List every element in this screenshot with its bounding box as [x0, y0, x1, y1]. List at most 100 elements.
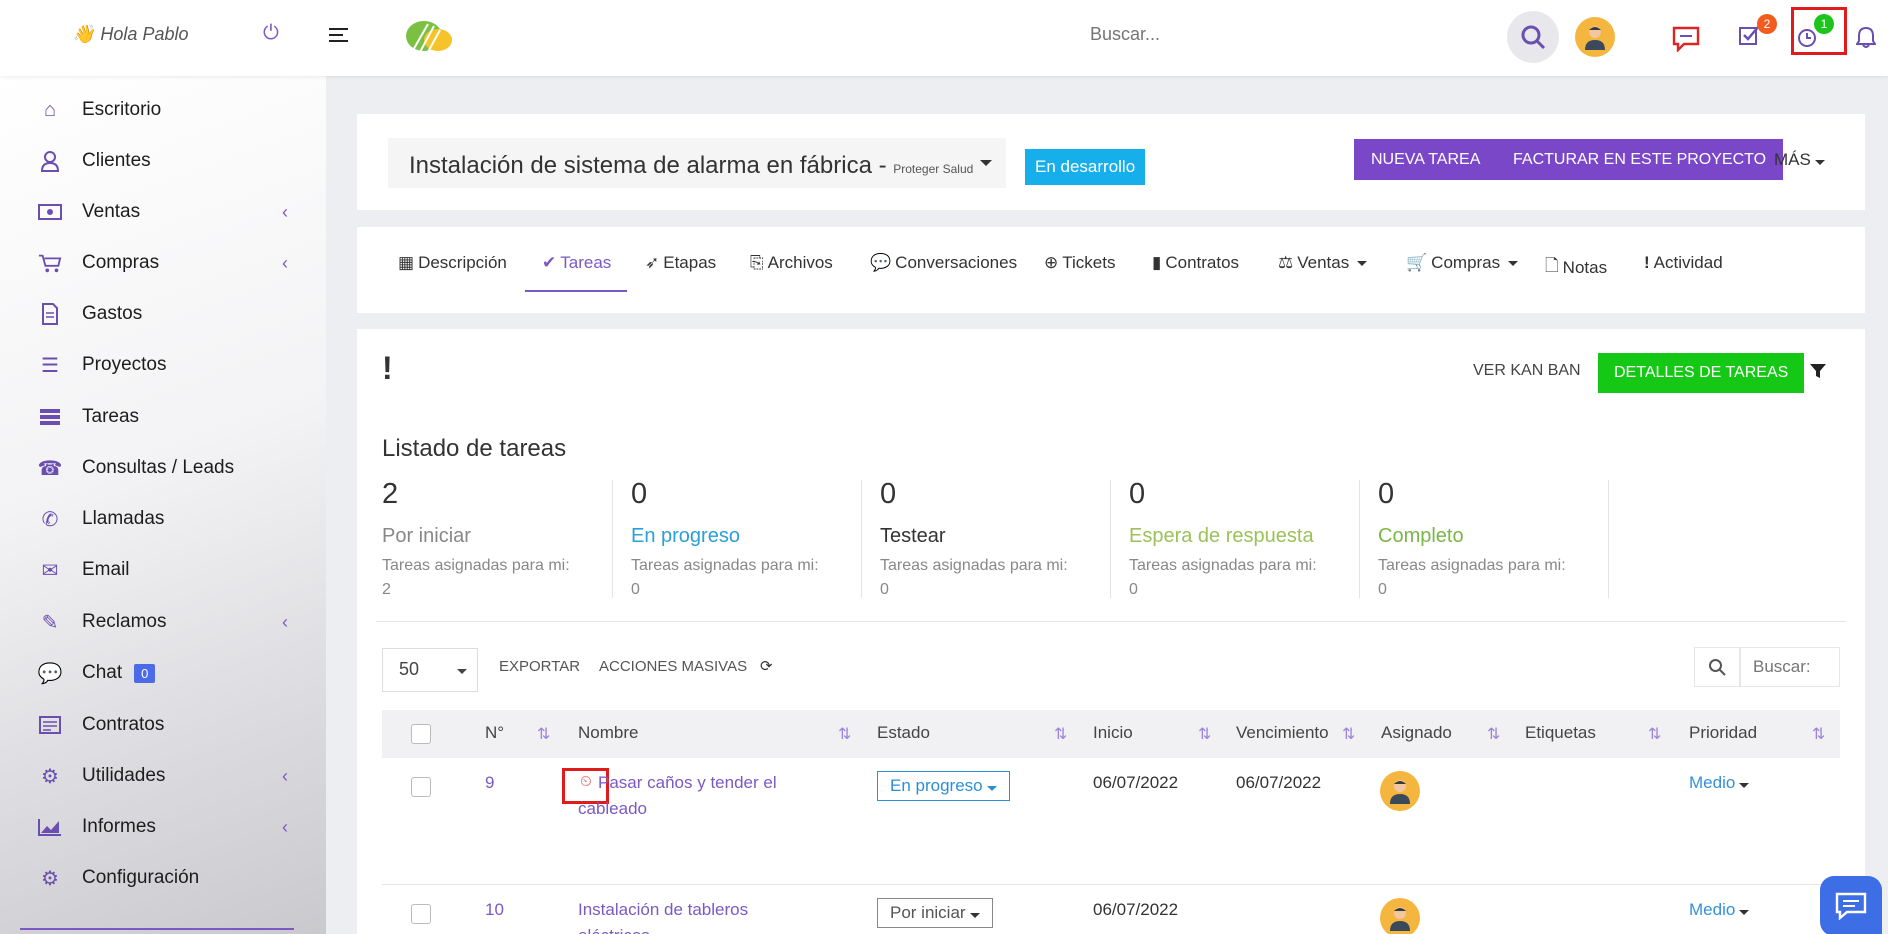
sidebar-item-reclamos[interactable]: ✎ Reclamos ‹: [38, 602, 288, 642]
assignee-avatar[interactable]: [1380, 898, 1420, 934]
sidebar-item-escritorio[interactable]: ⌂ Escritorio: [38, 90, 288, 130]
stat-sub: Tareas asignadas para mi: 0: [1129, 557, 1317, 598]
sidebar-item-configuracion[interactable]: ⚙ Configuración: [38, 858, 288, 898]
sort-icon[interactable]: ⇅: [1648, 724, 1661, 744]
greeting[interactable]: 👋 Hola Pablo: [72, 24, 188, 45]
sidebar-item-compras[interactable]: Compras ‹: [38, 243, 288, 283]
chat-widget-button[interactable]: [1820, 876, 1882, 934]
column-header-prioridad[interactable]: Prioridad: [1689, 723, 1757, 743]
sidebar-item-proyectos[interactable]: ☰ Proyectos: [38, 345, 288, 385]
menu-toggle-icon[interactable]: [329, 28, 348, 46]
column-header-estado[interactable]: Estado: [877, 723, 930, 743]
assignee-avatar[interactable]: [1380, 771, 1420, 811]
column-header-num[interactable]: N°: [485, 723, 504, 743]
new-task-button[interactable]: NUEVA TAREA: [1354, 139, 1498, 180]
task-name-line2[interactable]: cableado: [578, 799, 647, 819]
tab-label: Archivos: [767, 253, 833, 272]
row-divider: [382, 884, 1840, 885]
export-button[interactable]: EXPORTAR: [499, 658, 580, 675]
select-all-checkbox[interactable]: [411, 724, 431, 744]
stat-testear: 0 Testear Tareas asignadas para mi: 0: [880, 478, 1128, 598]
task-priority[interactable]: Medio: [1689, 773, 1750, 793]
tab-etapas[interactable]: ➶ Etapas: [645, 253, 716, 273]
tab-tickets[interactable]: ⊕ Tickets: [1044, 253, 1115, 273]
contract-icon: [38, 713, 62, 737]
sidebar-item-llamadas[interactable]: ✆ Llamadas: [38, 499, 288, 539]
tab-notas[interactable]: 🗋 Notas: [1545, 253, 1607, 282]
top-bar: 👋 Hola Pablo ⏻ 2 1: [0, 0, 1888, 76]
task-status-select[interactable]: Por iniciar: [877, 898, 993, 928]
tab-compras[interactable]: 🛒 Compras: [1406, 253, 1519, 273]
sort-icon[interactable]: ⇅: [838, 724, 851, 744]
tasks-check-icon[interactable]: [1738, 24, 1760, 52]
tab-archivos[interactable]: ⎘ Archivos: [750, 253, 833, 273]
sort-icon[interactable]: ⇅: [1487, 724, 1500, 744]
bulk-actions-button[interactable]: ACCIONES MASIVAS: [599, 658, 747, 675]
global-search-input[interactable]: [1090, 24, 1490, 45]
tab-label: Compras: [1431, 253, 1501, 272]
column-header-nombre[interactable]: Nombre: [578, 723, 638, 743]
filter-icon[interactable]: [1810, 364, 1826, 383]
sort-asc-icon[interactable]: ⇅: [1342, 724, 1355, 744]
column-header-asignado[interactable]: Asignado: [1381, 723, 1452, 743]
page-length-select[interactable]: 50: [382, 648, 478, 692]
rocket-icon: ➶: [645, 253, 660, 272]
sort-icon[interactable]: ⇅: [1054, 724, 1067, 744]
row-checkbox[interactable]: [411, 777, 431, 797]
sidebar-item-clientes[interactable]: Clientes: [38, 141, 288, 181]
task-name-line2[interactable]: eléctricos: [578, 926, 650, 934]
messages-icon[interactable]: [1672, 26, 1702, 58]
row-checkbox[interactable]: [411, 904, 431, 924]
sidebar-item-contratos[interactable]: Contratos: [38, 705, 288, 745]
sidebar-item-email[interactable]: ✉ Email: [38, 550, 288, 590]
task-number[interactable]: 10: [485, 900, 504, 920]
logo[interactable]: [402, 16, 456, 56]
user-avatar[interactable]: [1575, 17, 1615, 57]
sidebar-item-tareas[interactable]: Tareas: [38, 397, 288, 437]
bell-icon[interactable]: [1855, 26, 1877, 54]
refresh-icon[interactable]: ⟳: [760, 657, 773, 675]
sort-icon[interactable]: ⇅: [537, 724, 550, 744]
file-icon: [38, 302, 62, 326]
chevron-left-icon: ‹: [282, 252, 288, 273]
search-button[interactable]: [1507, 11, 1559, 63]
stat-label: Completo: [1378, 525, 1464, 547]
more-dropdown[interactable]: MÁS: [1774, 150, 1825, 170]
phone-icon: ☎: [37, 457, 63, 480]
power-icon[interactable]: ⏻: [263, 22, 279, 45]
sidebar-item-utilidades[interactable]: ⚙ Utilidades ‹: [38, 756, 288, 796]
task-name-line1[interactable]: Pasar caños y tender el: [598, 773, 777, 793]
project-status-badge[interactable]: En desarrollo: [1025, 149, 1146, 185]
timer-icon[interactable]: [1797, 28, 1817, 54]
project-selector[interactable]: Instalación de sistema de alarma en fábr…: [388, 138, 1006, 188]
task-status-select[interactable]: En progreso: [877, 771, 1010, 801]
sidebar-item-consultas[interactable]: ☎ Consultas / Leads: [38, 448, 288, 488]
column-header-etiquetas[interactable]: Etiquetas: [1525, 723, 1596, 743]
tab-actividad[interactable]: ! Actividad: [1644, 253, 1723, 273]
column-header-inicio[interactable]: Inicio: [1093, 723, 1133, 743]
sidebar-item-label: Informes: [82, 816, 156, 837]
tab-ventas[interactable]: ⚖ Ventas: [1278, 253, 1368, 273]
table-search-button[interactable]: [1694, 647, 1740, 687]
invoice-project-button[interactable]: FACTURAR EN ESTE PROYECTO: [1496, 139, 1784, 180]
table-search-input[interactable]: [1740, 647, 1840, 687]
kanban-link[interactable]: VER KAN BAN: [1473, 362, 1581, 380]
tasks-panel: [357, 329, 1865, 934]
task-number[interactable]: 9: [485, 773, 494, 793]
tab-contratos[interactable]: ▮ Contratos: [1152, 253, 1239, 273]
sort-icon[interactable]: ⇅: [1812, 724, 1825, 744]
tab-conversaciones[interactable]: 💬 Conversaciones: [870, 253, 1017, 273]
tab-label: Actividad: [1653, 253, 1723, 272]
tab-descripcion[interactable]: ▦ Descripción: [398, 253, 507, 273]
tab-tareas[interactable]: ✔ Tareas: [542, 253, 611, 273]
sidebar-item-informes[interactable]: Informes ‹: [38, 807, 288, 847]
column-header-vencimiento[interactable]: Vencimiento: [1236, 723, 1329, 743]
task-name-line1[interactable]: Instalación de tableros: [578, 900, 748, 920]
task-details-button[interactable]: DETALLES DE TAREAS: [1598, 353, 1805, 393]
sidebar-item-gastos[interactable]: Gastos: [38, 294, 288, 334]
sidebar-item-ventas[interactable]: Ventas ‹: [38, 192, 288, 232]
task-priority[interactable]: Medio: [1689, 900, 1750, 920]
sort-icon[interactable]: ⇅: [1198, 724, 1211, 744]
sidebar-item-chat[interactable]: 💬 Chat 0: [38, 653, 288, 693]
stat-count: 0: [631, 478, 648, 510]
